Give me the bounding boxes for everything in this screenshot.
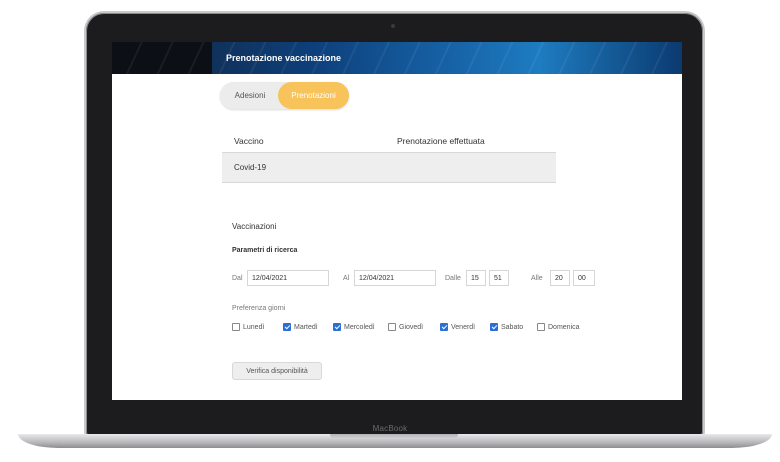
- section-subtitle: Parametri di ricerca: [232, 247, 298, 254]
- days-label: Preferenza giorni: [232, 305, 286, 312]
- day-label: Venerdì: [451, 324, 476, 331]
- screen: Prenotazione vaccinazione Adesioni Preno…: [112, 42, 682, 400]
- time-to-minute-input[interactable]: 00: [573, 270, 595, 286]
- day-label: Martedì: [294, 324, 318, 331]
- to-date-label: Al: [343, 275, 350, 282]
- time-to-hour-input[interactable]: 20: [550, 270, 570, 286]
- to-date-input[interactable]: 12/04/2021: [354, 270, 436, 286]
- time-from-minute-input[interactable]: 51: [489, 270, 509, 286]
- header-dark-panel: [112, 42, 212, 74]
- time-from-label: Dalle: [445, 275, 461, 282]
- checkbox-martedi[interactable]: [283, 323, 291, 331]
- checkbox-lunedi[interactable]: [232, 323, 240, 331]
- table-row[interactable]: Covid-19: [222, 152, 556, 183]
- day-label: Mercoledì: [344, 324, 375, 331]
- camera-icon: [391, 24, 395, 28]
- day-label: Sabato: [501, 324, 524, 331]
- tab-group: Adesioni Prenotazioni: [220, 82, 349, 109]
- page-title: Prenotazione vaccinazione: [226, 53, 342, 63]
- cell-vaccino: Covid-19: [234, 163, 267, 172]
- checkbox-domenica[interactable]: [537, 323, 545, 331]
- table-header: Vaccino Prenotazione effettuata: [222, 132, 556, 152]
- laptop-notch: [330, 434, 458, 439]
- laptop-brand: MacBook: [372, 424, 408, 433]
- from-date-input[interactable]: 12/04/2021: [247, 270, 329, 286]
- header-banner: Prenotazione vaccinazione: [112, 42, 682, 74]
- column-prenotazione: Prenotazione effettuata: [397, 136, 485, 146]
- day-label: Domenica: [548, 324, 580, 331]
- column-vaccino: Vaccino: [234, 136, 264, 146]
- day-label: Lunedì: [243, 324, 265, 331]
- from-date-label: Dal: [232, 275, 243, 282]
- time-to-label: Alle: [531, 275, 543, 282]
- time-from-hour-input[interactable]: 15: [466, 270, 486, 286]
- tab-prenotazioni[interactable]: Prenotazioni: [278, 82, 349, 109]
- section-title: Vaccinazioni: [232, 222, 277, 231]
- verify-availability-button[interactable]: Verifica disponibilità: [232, 362, 322, 380]
- tab-adesioni[interactable]: Adesioni: [220, 82, 280, 109]
- checkbox-sabato[interactable]: [490, 323, 498, 331]
- checkbox-giovedi[interactable]: [388, 323, 396, 331]
- checkbox-venerdi[interactable]: [440, 323, 448, 331]
- day-label: Giovedì: [399, 324, 424, 331]
- checkbox-mercoledi[interactable]: [333, 323, 341, 331]
